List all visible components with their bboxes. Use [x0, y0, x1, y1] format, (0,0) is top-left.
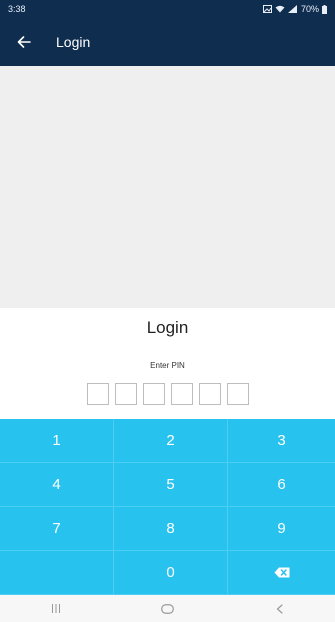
key-5[interactable]: 5: [114, 463, 228, 507]
recents-button[interactable]: [36, 599, 76, 619]
signal-icon: [287, 5, 297, 13]
pin-digit-box[interactable]: [198, 383, 221, 405]
login-heading: Login: [146, 318, 189, 337]
status-time: 3:38: [8, 4, 26, 14]
key-1[interactable]: 1: [0, 419, 114, 463]
pin-label: Enter PIN: [150, 361, 185, 370]
key-6[interactable]: 6: [228, 463, 335, 507]
back-button[interactable]: [12, 30, 36, 54]
pin-input[interactable]: [0, 383, 335, 405]
key-9[interactable]: 9: [228, 507, 335, 551]
arrow-left-icon: [17, 36, 31, 48]
backspace-key[interactable]: [228, 551, 335, 595]
battery-icon: [322, 4, 327, 14]
key-3[interactable]: 3: [228, 419, 335, 463]
photo-notification-icon: [262, 5, 272, 13]
pin-digit-box[interactable]: [170, 383, 193, 405]
status-bar: 3:38 70%: [0, 0, 335, 18]
recents-icon: [51, 604, 60, 613]
numeric-keypad: 1 2 3 4 5 6 7 8 9 0: [0, 419, 335, 595]
wifi-icon: [275, 5, 285, 13]
home-button[interactable]: [147, 599, 187, 619]
back-nav-icon: [276, 603, 283, 614]
pin-digit-box[interactable]: [142, 383, 165, 405]
app-bar: Login: [0, 18, 335, 66]
home-icon: [161, 603, 174, 614]
key-8[interactable]: 8: [114, 507, 228, 551]
key-0[interactable]: 0: [114, 551, 228, 595]
app-bar-title: Login: [56, 34, 91, 50]
key-blank: [0, 551, 114, 595]
banner-image-area: [0, 66, 335, 308]
pin-digit-box[interactable]: [226, 383, 249, 405]
pin-digit-box[interactable]: [114, 383, 137, 405]
key-7[interactable]: 7: [0, 507, 114, 551]
system-nav-bar: [0, 595, 335, 622]
key-2[interactable]: 2: [114, 419, 228, 463]
key-4[interactable]: 4: [0, 463, 114, 507]
back-nav-button[interactable]: [259, 599, 299, 619]
backspace-icon: [274, 567, 289, 578]
status-icons: 70%: [262, 4, 327, 14]
battery-percent: 70%: [300, 4, 319, 14]
pin-digit-box[interactable]: [86, 383, 109, 405]
